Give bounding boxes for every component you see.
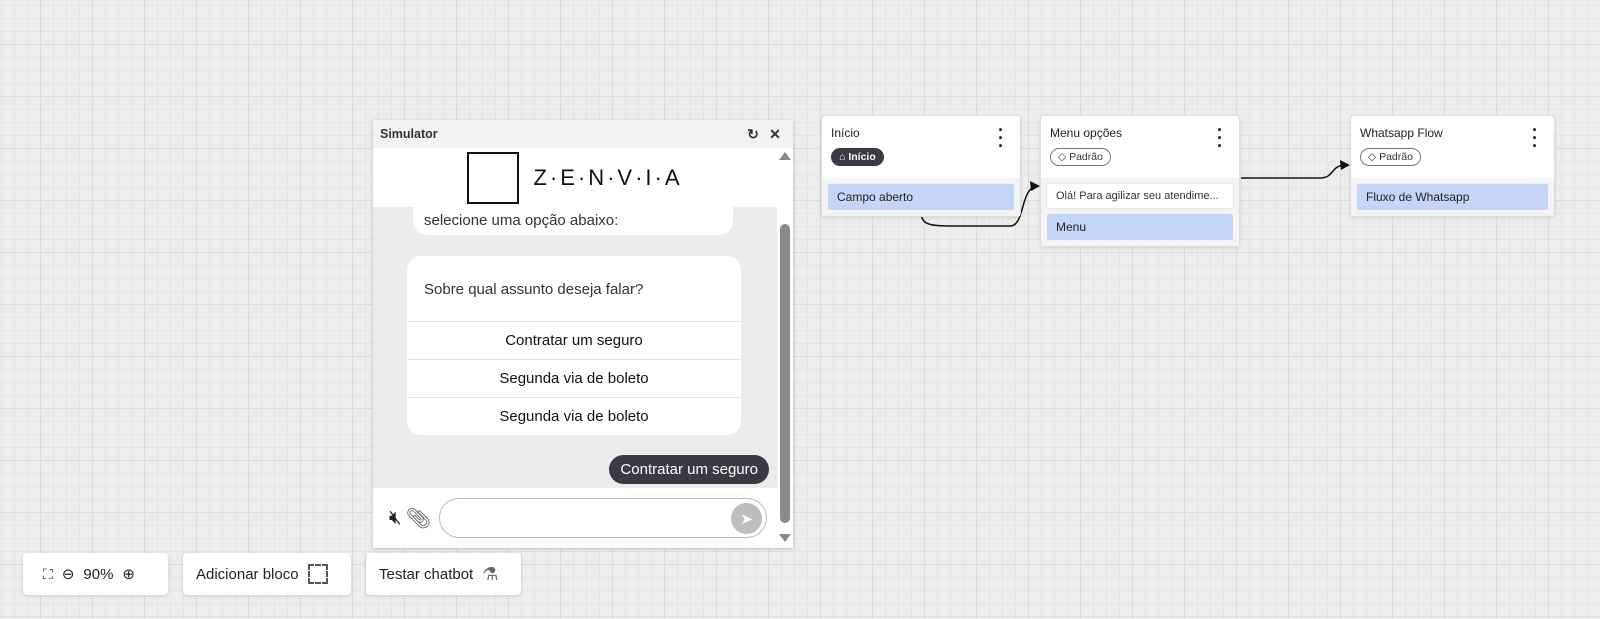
more-options-icon[interactable]: · · · (1217, 121, 1223, 155)
options-message: Sobre qual assunto deseja falar? Contrat… (407, 256, 741, 435)
add-block-label: Adicionar bloco (196, 565, 299, 583)
tag-badge: ◇ Padrão (1360, 148, 1421, 166)
options-question: Sobre qual assunto deseja falar? (424, 281, 644, 298)
option-button[interactable]: Segunda via de boleto (407, 397, 741, 435)
tag-badge: ◇ Padrão (1050, 148, 1111, 166)
restart-icon[interactable]: ↻ (742, 126, 764, 143)
option-button[interactable]: Segunda via de boleto (407, 359, 741, 397)
chat-area: selecione uma opção abaixo: Sobre qual a… (373, 207, 777, 488)
card-item[interactable]: Campo aberto (828, 184, 1014, 210)
tag-label: Padrão (1069, 151, 1103, 163)
card-title: Menu opções (1050, 126, 1123, 140)
tag-label: Início (848, 151, 876, 163)
tag-icon: ◇ (1058, 151, 1067, 163)
attachment-icon[interactable]: 📎︎ (406, 506, 431, 531)
zoom-controls: ⛶ ⊖ 90% ⊕ (23, 553, 168, 595)
card-title: Whatsapp Flow (1360, 126, 1443, 140)
add-block-button[interactable]: Adicionar bloco (183, 553, 351, 595)
zoom-out-icon[interactable]: ⊖ (62, 565, 75, 583)
send-icon[interactable]: ➤ (731, 503, 762, 534)
test-chatbot-label: Testar chatbot (379, 565, 474, 583)
block-card-inicio[interactable]: Início · · · ⌂ Início Campo aberto (821, 115, 1021, 217)
scrollbar-thumb[interactable] (780, 224, 790, 523)
user-message: Contratar um seguro (609, 455, 769, 484)
home-icon: ⌂ (839, 151, 846, 163)
close-icon[interactable]: ✕ (764, 126, 786, 143)
flask-icon: ⚗ (482, 563, 499, 584)
test-chatbot-button[interactable]: Testar chatbot ⚗ (366, 553, 521, 595)
tag-badge: ⌂ Início (831, 148, 884, 166)
message-input[interactable] (440, 499, 766, 537)
card-item[interactable]: Fluxo de Whatsapp (1357, 184, 1548, 210)
bot-message-text: selecione uma opção abaixo: (424, 212, 619, 229)
flow-connectors (920, 160, 1350, 227)
simulator-panel: Simulator ↻ ✕ Z·E·N·V·I·A selecione uma … (373, 120, 793, 548)
block-card-whatsapp-flow[interactable]: Whatsapp Flow · · · ◇ Padrão Fluxo de Whats… (1350, 115, 1555, 217)
tag-icon: ◇ (1368, 151, 1377, 163)
message-input-bar: 🔇︎ 📎︎ ➤ (373, 488, 777, 548)
card-item[interactable]: Menu (1047, 214, 1233, 240)
scroll-up-icon[interactable] (779, 152, 791, 160)
zenvia-logo: Z·E·N·V·I·A (373, 148, 777, 207)
add-block-icon (307, 564, 328, 584)
fit-screen-icon[interactable]: ⛶ (43, 566, 53, 583)
option-button[interactable]: Contratar um seguro (407, 321, 741, 359)
bot-message: selecione uma opção abaixo: (413, 207, 733, 235)
scroll-down-icon[interactable] (779, 534, 791, 542)
tag-label: Padrão (1379, 151, 1413, 163)
more-options-icon[interactable]: · · · (1532, 121, 1538, 155)
message-field: ➤ (439, 498, 767, 538)
scrollbar[interactable] (777, 148, 793, 548)
zenvia-logo-mark (467, 151, 520, 204)
zenvia-wordmark: Z·E·N·V·I·A (533, 164, 683, 190)
simulator-title: Simulator (380, 127, 438, 141)
zoom-in-icon[interactable]: ⊕ (122, 565, 135, 583)
mute-icon[interactable]: 🔇︎ (389, 507, 402, 530)
card-title: Início (831, 126, 860, 140)
card-preview[interactable]: Olá! Para agilizar seu atendime... (1047, 184, 1233, 208)
more-options-icon[interactable]: · · · (998, 121, 1004, 155)
block-card-menu-opcoes[interactable]: Menu opções · · · ◇ Padrão Olá! Para agiliz… (1040, 115, 1240, 247)
zoom-level: 90% (83, 565, 114, 583)
simulator-header: Simulator ↻ ✕ (373, 120, 793, 148)
